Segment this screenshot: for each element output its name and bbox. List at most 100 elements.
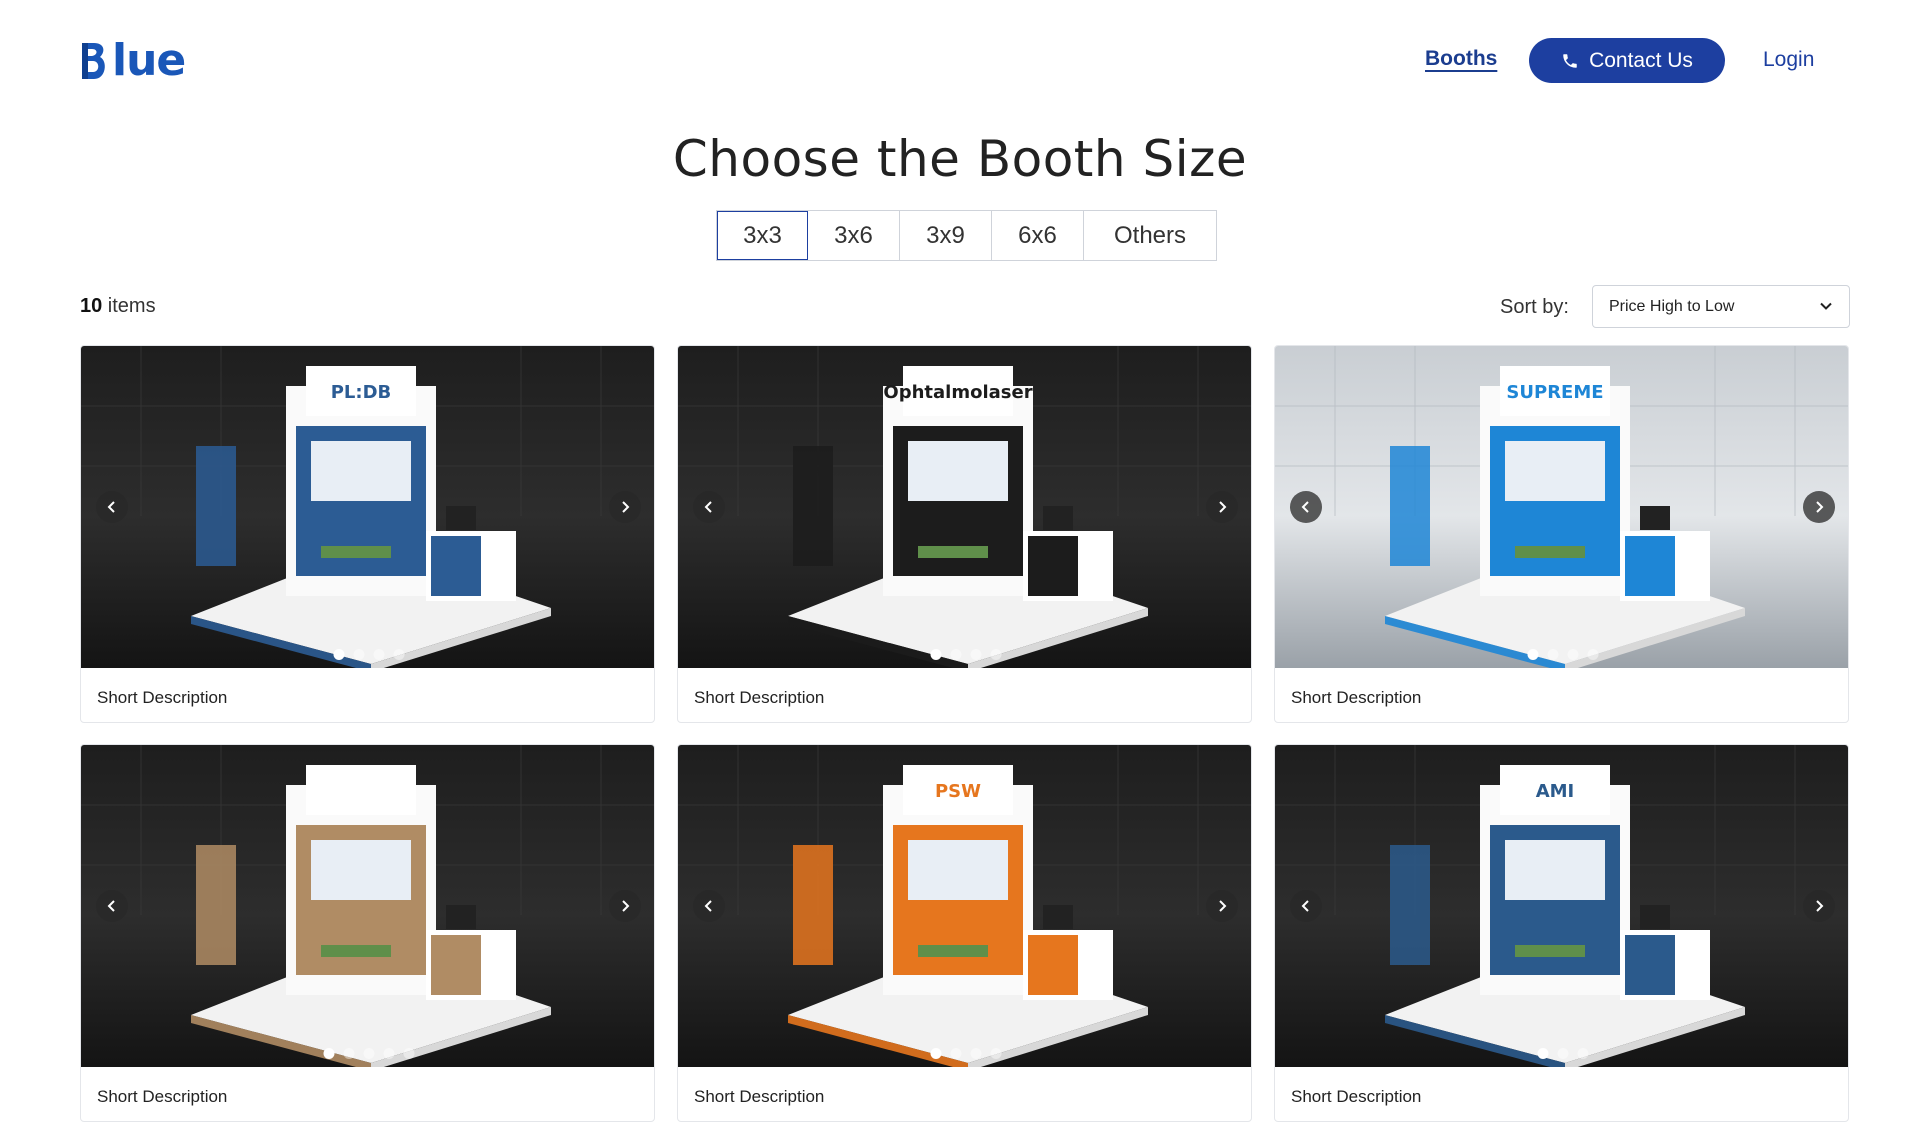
booth-description: Short Description bbox=[1291, 1087, 1422, 1106]
svg-text:SUPREME: SUPREME bbox=[1506, 382, 1603, 403]
carousel-next-button[interactable] bbox=[1803, 890, 1835, 922]
carousel-dot[interactable] bbox=[323, 1048, 334, 1059]
carousel-next-button[interactable] bbox=[1206, 890, 1238, 922]
carousel-dot[interactable] bbox=[1537, 1048, 1548, 1059]
booth-image: AMI bbox=[1275, 745, 1848, 1067]
logo-wordmark: lue bbox=[112, 35, 186, 86]
svg-text:AMI: AMI bbox=[1536, 781, 1575, 802]
size-tab-others[interactable]: Others bbox=[1084, 211, 1216, 260]
size-tab-6x6[interactable]: 6x6 bbox=[992, 211, 1084, 260]
nav-booths-link[interactable]: Booths bbox=[1425, 47, 1497, 71]
carousel-dot[interactable] bbox=[930, 649, 941, 660]
size-tab-3x9[interactable]: 3x9 bbox=[900, 211, 992, 260]
booth-carousel bbox=[81, 745, 654, 1067]
carousel-dot[interactable] bbox=[950, 649, 961, 660]
size-tab-3x3[interactable]: 3x3 bbox=[717, 211, 808, 260]
booth-image: PSW bbox=[678, 745, 1251, 1067]
carousel-dot[interactable] bbox=[1547, 649, 1558, 660]
carousel-dots bbox=[930, 649, 1001, 660]
chevron-left-icon bbox=[107, 900, 115, 912]
carousel-dot[interactable] bbox=[1527, 649, 1538, 660]
carousel-dot[interactable] bbox=[970, 1048, 981, 1059]
chevron-right-icon bbox=[622, 900, 630, 912]
sort-select-value: Price High to Low bbox=[1609, 297, 1735, 315]
booth-carousel: AMI bbox=[1275, 745, 1848, 1067]
carousel-dot[interactable] bbox=[990, 1048, 1001, 1059]
sort-label: Sort by: bbox=[1500, 296, 1569, 318]
carousel-dots bbox=[930, 1048, 1001, 1059]
carousel-prev-button[interactable] bbox=[1290, 890, 1322, 922]
carousel-dot[interactable] bbox=[950, 1048, 961, 1059]
carousel-dot[interactable] bbox=[393, 649, 404, 660]
booth-description: Short Description bbox=[694, 688, 825, 707]
size-tabs: 3x3 3x6 3x9 6x6 Others bbox=[716, 210, 1217, 261]
booth-card[interactable]: Short Description bbox=[80, 744, 655, 1122]
carousel-dot[interactable] bbox=[1587, 649, 1598, 660]
chevron-right-icon bbox=[1219, 900, 1227, 912]
carousel-dots bbox=[333, 649, 404, 660]
carousel-dot[interactable] bbox=[373, 649, 384, 660]
chevron-right-icon bbox=[1219, 501, 1227, 513]
booth-carousel: SUPREME bbox=[1275, 346, 1848, 668]
carousel-dots bbox=[1537, 1048, 1588, 1059]
carousel-next-button[interactable] bbox=[1206, 491, 1238, 523]
carousel-dot[interactable] bbox=[1577, 1048, 1588, 1059]
booth-image: Ophtalmolaser bbox=[678, 346, 1251, 668]
carousel-prev-button[interactable] bbox=[1290, 491, 1322, 523]
svg-text:PSW: PSW bbox=[935, 781, 981, 802]
chevron-down-icon bbox=[1820, 302, 1832, 310]
booth-card[interactable]: SUPREME Short Description bbox=[1274, 345, 1849, 723]
booth-description: Short Description bbox=[97, 688, 228, 707]
booth-carousel: PSW bbox=[678, 745, 1251, 1067]
items-count-number: 10 bbox=[80, 295, 103, 317]
booth-carousel: Ophtalmolaser bbox=[678, 346, 1251, 668]
chevron-left-icon bbox=[1301, 900, 1309, 912]
carousel-dot[interactable] bbox=[383, 1048, 394, 1059]
booth-carousel: PL:DB bbox=[81, 346, 654, 668]
carousel-next-button[interactable] bbox=[609, 491, 641, 523]
booth-image bbox=[81, 745, 654, 1067]
carousel-dot[interactable] bbox=[403, 1048, 414, 1059]
carousel-dot[interactable] bbox=[363, 1048, 374, 1059]
booth-image: PL:DB bbox=[81, 346, 654, 668]
login-link[interactable]: Login bbox=[1763, 48, 1814, 72]
svg-text:Ophtalmolaser: Ophtalmolaser bbox=[883, 382, 1032, 403]
carousel-dot[interactable] bbox=[353, 649, 364, 660]
carousel-next-button[interactable] bbox=[609, 890, 641, 922]
carousel-dot[interactable] bbox=[1567, 649, 1578, 660]
chevron-left-icon bbox=[1301, 501, 1309, 513]
chevron-right-icon bbox=[1816, 501, 1824, 513]
carousel-dot[interactable] bbox=[1557, 1048, 1568, 1059]
booth-card[interactable]: Ophtalmolaser Short Description bbox=[677, 345, 1252, 723]
site-header: lue Booths Contact Us Login bbox=[0, 0, 1920, 120]
carousel-dot[interactable] bbox=[970, 649, 981, 660]
chevron-right-icon bbox=[1816, 900, 1824, 912]
booth-description: Short Description bbox=[97, 1087, 228, 1106]
booth-card[interactable]: PSW Short Description bbox=[677, 744, 1252, 1122]
carousel-prev-button[interactable] bbox=[96, 491, 128, 523]
carousel-prev-button[interactable] bbox=[96, 890, 128, 922]
booth-image: SUPREME bbox=[1275, 346, 1848, 668]
booth-description: Short Description bbox=[694, 1087, 825, 1106]
booth-card[interactable]: PL:DB Short Description bbox=[80, 345, 655, 723]
svg-text:PL:DB: PL:DB bbox=[331, 382, 392, 403]
carousel-next-button[interactable] bbox=[1803, 491, 1835, 523]
size-tab-3x6[interactable]: 3x6 bbox=[808, 211, 900, 260]
carousel-dot[interactable] bbox=[990, 649, 1001, 660]
carousel-prev-button[interactable] bbox=[693, 890, 725, 922]
items-count-suffix: items bbox=[102, 295, 156, 317]
chevron-left-icon bbox=[107, 501, 115, 513]
carousel-prev-button[interactable] bbox=[693, 491, 725, 523]
chevron-right-icon bbox=[622, 501, 630, 513]
phone-icon bbox=[1563, 53, 1577, 68]
chevron-left-icon bbox=[704, 900, 712, 912]
sort-select[interactable]: Price High to Low bbox=[1592, 285, 1850, 328]
carousel-dot[interactable] bbox=[343, 1048, 354, 1059]
booth-card[interactable]: AMI Short Description bbox=[1274, 744, 1849, 1122]
carousel-dot[interactable] bbox=[930, 1048, 941, 1059]
contact-us-button[interactable]: Contact Us bbox=[1529, 38, 1725, 83]
brand-logo[interactable]: lue bbox=[80, 35, 186, 86]
carousel-dot[interactable] bbox=[333, 649, 344, 660]
booth-description: Short Description bbox=[1291, 688, 1422, 707]
carousel-dots bbox=[323, 1048, 414, 1059]
